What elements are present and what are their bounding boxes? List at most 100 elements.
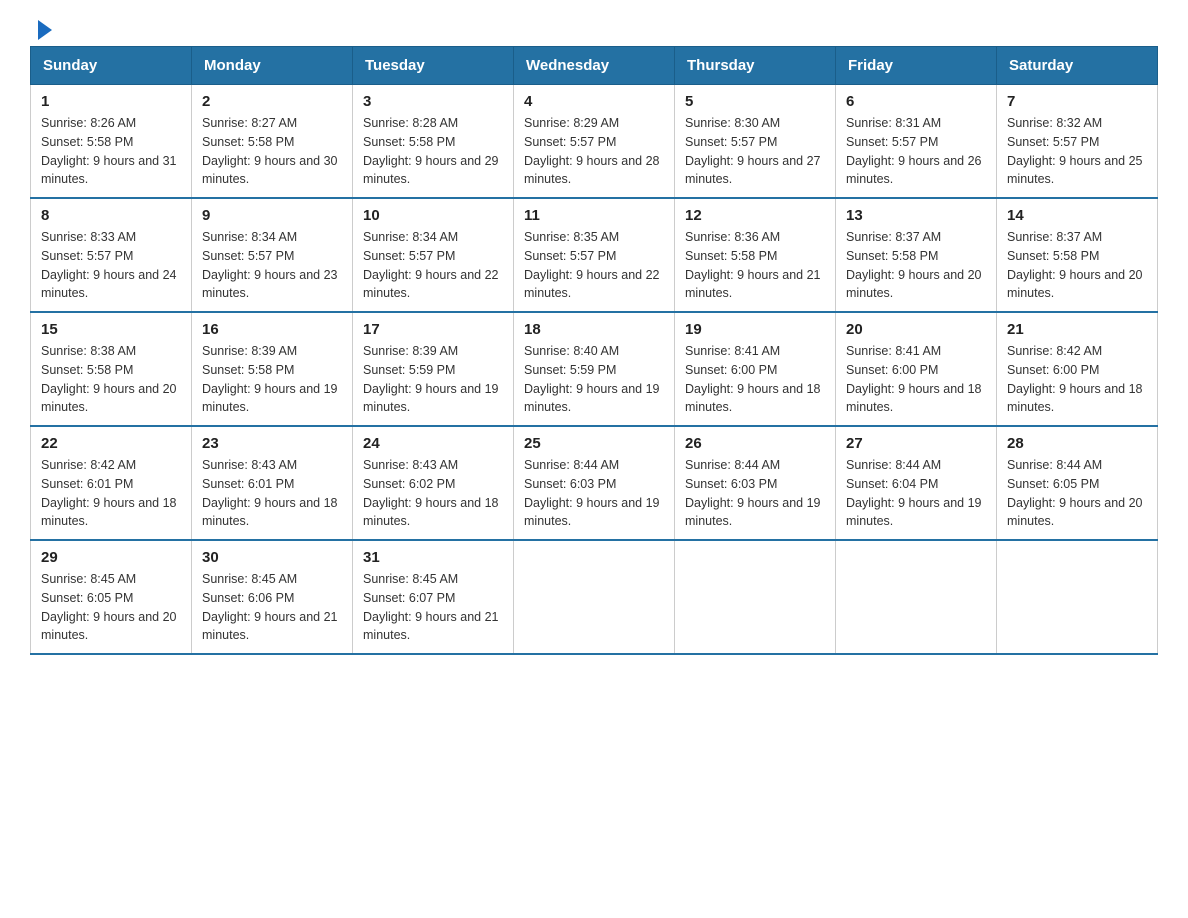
day-number: 4: [524, 93, 664, 110]
calendar-cell: 15 Sunrise: 8:38 AM Sunset: 5:58 PM Dayl…: [31, 312, 192, 426]
day-info: Sunrise: 8:29 AM Sunset: 5:57 PM Dayligh…: [524, 114, 664, 189]
calendar-cell: 5 Sunrise: 8:30 AM Sunset: 5:57 PM Dayli…: [675, 85, 836, 199]
calendar-cell: 30 Sunrise: 8:45 AM Sunset: 6:06 PM Dayl…: [192, 540, 353, 654]
day-number: 26: [685, 435, 825, 452]
day-number: 10: [363, 207, 503, 224]
day-number: 12: [685, 207, 825, 224]
weekday-header-row: SundayMondayTuesdayWednesdayThursdayFrid…: [31, 47, 1158, 85]
calendar-cell: 16 Sunrise: 8:39 AM Sunset: 5:58 PM Dayl…: [192, 312, 353, 426]
calendar-cell: 18 Sunrise: 8:40 AM Sunset: 5:59 PM Dayl…: [514, 312, 675, 426]
day-info: Sunrise: 8:45 AM Sunset: 6:06 PM Dayligh…: [202, 570, 342, 645]
day-info: Sunrise: 8:35 AM Sunset: 5:57 PM Dayligh…: [524, 228, 664, 303]
day-info: Sunrise: 8:37 AM Sunset: 5:58 PM Dayligh…: [846, 228, 986, 303]
calendar-cell: 9 Sunrise: 8:34 AM Sunset: 5:57 PM Dayli…: [192, 198, 353, 312]
calendar-cell: 17 Sunrise: 8:39 AM Sunset: 5:59 PM Dayl…: [353, 312, 514, 426]
day-info: Sunrise: 8:34 AM Sunset: 5:57 PM Dayligh…: [363, 228, 503, 303]
weekday-header-wednesday: Wednesday: [514, 47, 675, 85]
day-number: 13: [846, 207, 986, 224]
calendar-cell: 19 Sunrise: 8:41 AM Sunset: 6:00 PM Dayl…: [675, 312, 836, 426]
day-info: Sunrise: 8:33 AM Sunset: 5:57 PM Dayligh…: [41, 228, 181, 303]
calendar-cell: [836, 540, 997, 654]
day-info: Sunrise: 8:44 AM Sunset: 6:04 PM Dayligh…: [846, 456, 986, 531]
day-info: Sunrise: 8:28 AM Sunset: 5:58 PM Dayligh…: [363, 114, 503, 189]
weekday-header-thursday: Thursday: [675, 47, 836, 85]
calendar-cell: 31 Sunrise: 8:45 AM Sunset: 6:07 PM Dayl…: [353, 540, 514, 654]
day-number: 1: [41, 93, 181, 110]
day-info: Sunrise: 8:37 AM Sunset: 5:58 PM Dayligh…: [1007, 228, 1147, 303]
day-info: Sunrise: 8:30 AM Sunset: 5:57 PM Dayligh…: [685, 114, 825, 189]
calendar-cell: 13 Sunrise: 8:37 AM Sunset: 5:58 PM Dayl…: [836, 198, 997, 312]
day-number: 2: [202, 93, 342, 110]
day-info: Sunrise: 8:44 AM Sunset: 6:03 PM Dayligh…: [685, 456, 825, 531]
day-number: 16: [202, 321, 342, 338]
day-number: 11: [524, 207, 664, 224]
calendar-cell: 4 Sunrise: 8:29 AM Sunset: 5:57 PM Dayli…: [514, 85, 675, 199]
day-info: Sunrise: 8:27 AM Sunset: 5:58 PM Dayligh…: [202, 114, 342, 189]
day-info: Sunrise: 8:38 AM Sunset: 5:58 PM Dayligh…: [41, 342, 181, 417]
day-info: Sunrise: 8:45 AM Sunset: 6:05 PM Dayligh…: [41, 570, 181, 645]
day-number: 27: [846, 435, 986, 452]
weekday-header-friday: Friday: [836, 47, 997, 85]
weekday-header-tuesday: Tuesday: [353, 47, 514, 85]
calendar-cell: 3 Sunrise: 8:28 AM Sunset: 5:58 PM Dayli…: [353, 85, 514, 199]
calendar-cell: 1 Sunrise: 8:26 AM Sunset: 5:58 PM Dayli…: [31, 85, 192, 199]
calendar-cell: 14 Sunrise: 8:37 AM Sunset: 5:58 PM Dayl…: [997, 198, 1158, 312]
calendar-week-5: 29 Sunrise: 8:45 AM Sunset: 6:05 PM Dayl…: [31, 540, 1158, 654]
day-info: Sunrise: 8:40 AM Sunset: 5:59 PM Dayligh…: [524, 342, 664, 417]
day-info: Sunrise: 8:26 AM Sunset: 5:58 PM Dayligh…: [41, 114, 181, 189]
day-number: 19: [685, 321, 825, 338]
day-number: 31: [363, 549, 503, 566]
calendar-table: SundayMondayTuesdayWednesdayThursdayFrid…: [30, 46, 1158, 655]
day-number: 29: [41, 549, 181, 566]
day-number: 7: [1007, 93, 1147, 110]
day-info: Sunrise: 8:34 AM Sunset: 5:57 PM Dayligh…: [202, 228, 342, 303]
calendar-cell: 7 Sunrise: 8:32 AM Sunset: 5:57 PM Dayli…: [997, 85, 1158, 199]
day-info: Sunrise: 8:42 AM Sunset: 6:01 PM Dayligh…: [41, 456, 181, 531]
calendar-cell: 25 Sunrise: 8:44 AM Sunset: 6:03 PM Dayl…: [514, 426, 675, 540]
weekday-header-monday: Monday: [192, 47, 353, 85]
calendar-cell: 10 Sunrise: 8:34 AM Sunset: 5:57 PM Dayl…: [353, 198, 514, 312]
calendar-cell: 8 Sunrise: 8:33 AM Sunset: 5:57 PM Dayli…: [31, 198, 192, 312]
day-info: Sunrise: 8:41 AM Sunset: 6:00 PM Dayligh…: [846, 342, 986, 417]
calendar-cell: 6 Sunrise: 8:31 AM Sunset: 5:57 PM Dayli…: [836, 85, 997, 199]
calendar-cell: 28 Sunrise: 8:44 AM Sunset: 6:05 PM Dayl…: [997, 426, 1158, 540]
day-number: 6: [846, 93, 986, 110]
day-info: Sunrise: 8:44 AM Sunset: 6:05 PM Dayligh…: [1007, 456, 1147, 531]
calendar-cell: 26 Sunrise: 8:44 AM Sunset: 6:03 PM Dayl…: [675, 426, 836, 540]
calendar-cell: [675, 540, 836, 654]
logo-icon: [36, 20, 52, 36]
day-number: 30: [202, 549, 342, 566]
calendar-cell: 11 Sunrise: 8:35 AM Sunset: 5:57 PM Dayl…: [514, 198, 675, 312]
day-info: Sunrise: 8:45 AM Sunset: 6:07 PM Dayligh…: [363, 570, 503, 645]
calendar-week-4: 22 Sunrise: 8:42 AM Sunset: 6:01 PM Dayl…: [31, 426, 1158, 540]
calendar-cell: 2 Sunrise: 8:27 AM Sunset: 5:58 PM Dayli…: [192, 85, 353, 199]
calendar-week-2: 8 Sunrise: 8:33 AM Sunset: 5:57 PM Dayli…: [31, 198, 1158, 312]
day-info: Sunrise: 8:42 AM Sunset: 6:00 PM Dayligh…: [1007, 342, 1147, 417]
calendar-cell: 22 Sunrise: 8:42 AM Sunset: 6:01 PM Dayl…: [31, 426, 192, 540]
calendar-cell: 20 Sunrise: 8:41 AM Sunset: 6:00 PM Dayl…: [836, 312, 997, 426]
calendar-cell: 23 Sunrise: 8:43 AM Sunset: 6:01 PM Dayl…: [192, 426, 353, 540]
calendar-cell: [514, 540, 675, 654]
day-number: 28: [1007, 435, 1147, 452]
day-number: 3: [363, 93, 503, 110]
day-info: Sunrise: 8:43 AM Sunset: 6:01 PM Dayligh…: [202, 456, 342, 531]
day-number: 21: [1007, 321, 1147, 338]
weekday-header-saturday: Saturday: [997, 47, 1158, 85]
calendar-cell: 24 Sunrise: 8:43 AM Sunset: 6:02 PM Dayl…: [353, 426, 514, 540]
day-number: 15: [41, 321, 181, 338]
day-info: Sunrise: 8:41 AM Sunset: 6:00 PM Dayligh…: [685, 342, 825, 417]
day-info: Sunrise: 8:36 AM Sunset: 5:58 PM Dayligh…: [685, 228, 825, 303]
day-info: Sunrise: 8:43 AM Sunset: 6:02 PM Dayligh…: [363, 456, 503, 531]
calendar-week-3: 15 Sunrise: 8:38 AM Sunset: 5:58 PM Dayl…: [31, 312, 1158, 426]
day-number: 23: [202, 435, 342, 452]
day-number: 22: [41, 435, 181, 452]
day-number: 18: [524, 321, 664, 338]
logo-arrow: [38, 20, 52, 40]
day-number: 25: [524, 435, 664, 452]
day-info: Sunrise: 8:44 AM Sunset: 6:03 PM Dayligh…: [524, 456, 664, 531]
calendar-cell: 21 Sunrise: 8:42 AM Sunset: 6:00 PM Dayl…: [997, 312, 1158, 426]
day-number: 20: [846, 321, 986, 338]
day-info: Sunrise: 8:39 AM Sunset: 5:58 PM Dayligh…: [202, 342, 342, 417]
logo: [30, 20, 52, 36]
calendar-cell: 29 Sunrise: 8:45 AM Sunset: 6:05 PM Dayl…: [31, 540, 192, 654]
